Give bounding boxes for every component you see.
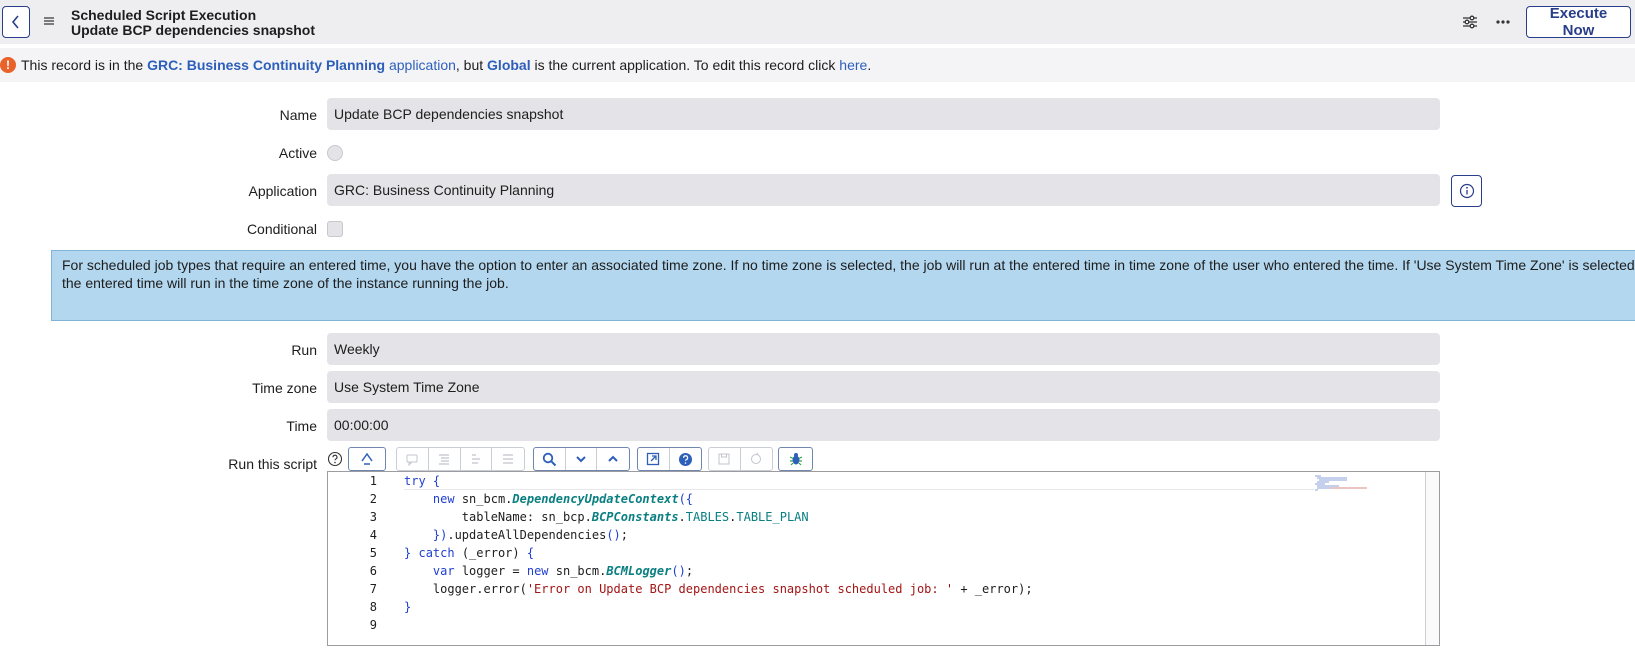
toolbar-group-format: [348, 447, 386, 471]
run-label: Run: [291, 342, 317, 358]
help-icon[interactable]: [327, 451, 343, 467]
editor-vertical-scrollbar[interactable]: [1425, 472, 1439, 645]
execute-now-button[interactable]: Execute Now: [1526, 5, 1631, 39]
debug-button[interactable]: [779, 448, 812, 470]
script-help-button[interactable]: [670, 448, 701, 470]
application-field[interactable]: GRC: Business Continuity Planning: [327, 174, 1440, 206]
save-icon: [718, 453, 730, 465]
toggle-syntax-button[interactable]: [349, 448, 385, 470]
align-icon: [439, 454, 450, 465]
chevron-left-icon: [11, 15, 19, 29]
time-label: Time: [286, 418, 317, 434]
settings-sliders-icon[interactable]: [1461, 13, 1479, 31]
script-label: Run this script: [228, 456, 317, 472]
active-label: Active: [278, 145, 317, 161]
more-options-icon[interactable]: [1494, 13, 1512, 31]
search-button[interactable]: [534, 448, 566, 470]
info-icon: [1459, 183, 1474, 199]
app-name-link[interactable]: GRC: Business Continuity Planning: [147, 57, 385, 73]
code-line: }: [404, 600, 412, 614]
back-button[interactable]: [2, 6, 30, 38]
code-line: new sn_bcm.DependencyUpdateContext({: [432, 492, 694, 506]
conditional-checkbox[interactable]: [327, 221, 343, 237]
chevron-down-icon: [576, 456, 586, 463]
syntax-toggle-icon: [361, 452, 373, 465]
record-type-title: Scheduled Script Execution: [71, 7, 257, 23]
current-app-link[interactable]: Global: [487, 57, 531, 73]
bug-icon: [789, 453, 802, 466]
code-minimap[interactable]: [1313, 474, 1403, 494]
replace-button[interactable]: [461, 448, 493, 470]
toolbar-group-debug: [778, 447, 813, 471]
toolbar-group-view: [637, 447, 702, 471]
save-script-button[interactable]: [709, 448, 741, 470]
timezone-label: Time zone: [252, 380, 317, 396]
application-label: Application: [248, 183, 318, 199]
script-editor[interactable]: 1 2 3 4 5 6 7 8 9 try { new sn_bcm.Depen…: [327, 471, 1440, 646]
toolbar-group-save: [708, 447, 773, 471]
find-next-button[interactable]: [566, 448, 598, 470]
warning-icon: !: [0, 57, 16, 73]
name-field[interactable]: Update BCP dependencies snapshot: [327, 98, 1440, 130]
replace-all-icon: [503, 454, 514, 464]
question-icon: [678, 452, 692, 466]
code-line: logger.error('Error on Update BCP depend…: [404, 582, 1033, 596]
toolbar-group-edit: [396, 447, 525, 471]
record-name-title: Update BCP dependencies snapshot: [71, 22, 316, 38]
toolbar-group-search: [533, 447, 630, 471]
format-code-button[interactable]: [429, 448, 461, 470]
revert-script-button[interactable]: [741, 448, 772, 470]
chevron-up-icon: [608, 455, 618, 462]
timezone-info-message: For scheduled job types that require an …: [51, 250, 1635, 321]
replace-icon: [471, 454, 480, 464]
time-field[interactable]: 00:00:00: [327, 409, 1440, 441]
scope-warning-message: This record is in the GRC: Business Cont…: [21, 57, 872, 73]
revert-icon: [751, 452, 762, 464]
record-header: Scheduled Script Execution Update BCP de…: [0, 0, 1635, 44]
name-label: Name: [279, 107, 317, 123]
code-line: }).updateAllDependencies();: [432, 528, 628, 542]
script-code: try { new sn_bcm.DependencyUpdateContext…: [404, 472, 1033, 634]
comment-icon: [406, 454, 418, 466]
code-line: try {: [404, 474, 441, 488]
scope-warning-bar: ! This record is in the GRC: Business Co…: [0, 48, 1635, 82]
replace-all-button[interactable]: [492, 448, 524, 470]
find-previous-button[interactable]: [597, 448, 629, 470]
active-checkbox[interactable]: [327, 145, 343, 161]
conditional-label: Conditional: [246, 221, 317, 237]
timezone-select[interactable]: Use System Time Zone: [327, 371, 1440, 403]
code-line: tableName: sn_bcp.BCPConstants.TABLES.TA…: [404, 510, 809, 524]
line-number-gutter: 1 2 3 4 5 6 7 8 9: [369, 474, 377, 632]
run-select[interactable]: Weekly: [327, 333, 1440, 365]
application-info-button[interactable]: [1451, 175, 1482, 207]
context-menu-icon[interactable]: [42, 14, 56, 28]
code-line: var logger = new sn_bcm.BCMLogger();: [432, 564, 694, 578]
fullscreen-button[interactable]: [638, 448, 670, 470]
comment-button[interactable]: [397, 448, 429, 470]
expand-icon: [647, 452, 660, 466]
application-link[interactable]: application: [389, 57, 456, 73]
edit-here-link[interactable]: here: [839, 57, 867, 73]
search-icon: [542, 452, 557, 466]
code-line: } catch (_error) {: [404, 546, 535, 560]
